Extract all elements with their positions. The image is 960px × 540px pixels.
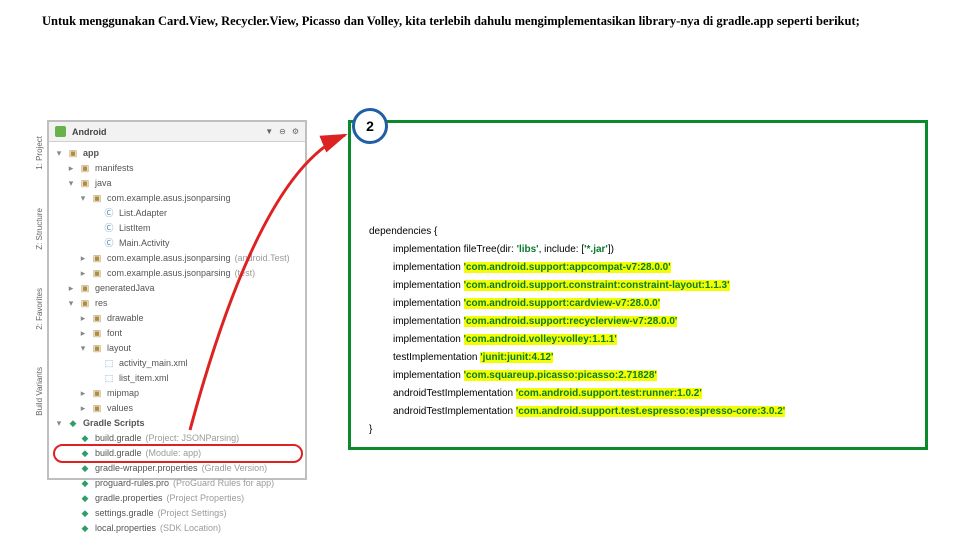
folder-icon: ▣ xyxy=(91,313,103,325)
package-icon: ▣ xyxy=(91,253,103,265)
tree-generated-java[interactable]: ▸▣generatedJava xyxy=(55,281,301,296)
folder-icon: ▣ xyxy=(91,328,103,340)
project-panel: 1: Project Z: Structure 2: Favorites Bui… xyxy=(47,120,307,480)
tree-settings-gradle[interactable]: ◆settings.gradle (Project Settings) xyxy=(55,506,301,521)
code-line: implementation fileTree(dir: 'libs', inc… xyxy=(369,241,911,259)
folder-icon: ▣ xyxy=(67,148,79,160)
tree-mipmap[interactable]: ▸▣mipmap xyxy=(55,386,301,401)
folder-icon: ▣ xyxy=(79,178,91,190)
xml-icon: ⬚ xyxy=(103,373,115,385)
tree-activity-main[interactable]: ⬚activity_main.xml xyxy=(55,356,301,371)
collapse-icon[interactable]: ⊖ xyxy=(279,127,286,136)
tree-pkg-main[interactable]: ▾▣com.example.asus.jsonparsing xyxy=(55,191,301,206)
tree-proguard[interactable]: ◆proguard-rules.pro (ProGuard Rules for … xyxy=(55,476,301,491)
gradle-file-icon: ◆ xyxy=(79,433,91,445)
folder-icon: ▣ xyxy=(91,388,103,400)
xml-icon: ⬚ xyxy=(103,358,115,370)
side-tab-structure[interactable]: Z: Structure xyxy=(35,204,44,254)
tree-class-listadapter[interactable]: ⒸList.Adapter xyxy=(55,206,301,221)
gradle-icon: ◆ xyxy=(67,418,79,430)
panel-header[interactable]: Android ▼ ⊖ ⚙ xyxy=(49,122,305,142)
class-icon: Ⓒ xyxy=(103,238,115,250)
code-line: implementation 'com.android.support:recy… xyxy=(369,313,911,331)
tree-font[interactable]: ▸▣font xyxy=(55,326,301,341)
code-line: androidTestImplementation 'com.android.s… xyxy=(369,385,911,403)
tree-local-props[interactable]: ◆local.properties (SDK Location) xyxy=(55,521,301,536)
side-tab-strip: 1: Project Z: Structure 2: Favorites Bui… xyxy=(32,122,47,478)
class-icon: Ⓒ xyxy=(103,223,115,235)
gradle-file-icon: ◆ xyxy=(79,448,91,460)
tree-pkg-test[interactable]: ▸▣com.example.asus.jsonparsing (test) xyxy=(55,266,301,281)
page-heading: Untuk menggunakan Card.View, Recycler.Vi… xyxy=(42,14,930,29)
folder-icon: ▣ xyxy=(91,343,103,355)
code-line: dependencies { xyxy=(369,223,911,241)
code-line: implementation 'com.android.support:appc… xyxy=(369,259,911,277)
code-line: } xyxy=(369,421,911,439)
code-line: androidTestImplementation 'com.android.s… xyxy=(369,403,911,421)
folder-icon: ▣ xyxy=(91,403,103,415)
tree-build-gradle-module[interactable]: ◆build.gradle (Module: app) xyxy=(55,446,301,461)
gear-icon[interactable]: ⚙ xyxy=(292,127,299,136)
folder-icon: ▣ xyxy=(79,283,91,295)
tree-res[interactable]: ▾▣res xyxy=(55,296,301,311)
side-tab-favorites[interactable]: 2: Favorites xyxy=(35,284,44,334)
tree-layout[interactable]: ▾▣layout xyxy=(55,341,301,356)
code-line: testImplementation 'junit:junit:4.12' xyxy=(369,349,911,367)
tree-app[interactable]: ▾▣app xyxy=(55,146,301,161)
folder-icon: ▣ xyxy=(79,163,91,175)
tree-manifests[interactable]: ▸▣manifests xyxy=(55,161,301,176)
code-line: implementation 'com.android.support:card… xyxy=(369,295,911,313)
code-line: implementation 'com.android.support.cons… xyxy=(369,277,911,295)
tree-gradle-wrapper[interactable]: ◆gradle-wrapper.properties (Gradle Versi… xyxy=(55,461,301,476)
tree-gradle-props[interactable]: ◆gradle.properties (Project Properties) xyxy=(55,491,301,506)
class-icon: Ⓒ xyxy=(103,208,115,220)
tree-gradle-scripts[interactable]: ▾◆Gradle Scripts xyxy=(55,416,301,431)
tree-pkg-androidtest[interactable]: ▸▣com.example.asus.jsonparsing (android.… xyxy=(55,251,301,266)
side-tab-build-variants[interactable]: Build Variants xyxy=(35,363,44,420)
step-badge: 2 xyxy=(352,108,388,144)
tree-values[interactable]: ▸▣values xyxy=(55,401,301,416)
project-tree: ▾▣app ▸▣manifests ▾▣java ▾▣com.example.a… xyxy=(49,142,305,540)
chevron-down-icon[interactable]: ▼ xyxy=(265,127,273,136)
folder-icon: ▣ xyxy=(79,298,91,310)
side-tab-project[interactable]: 1: Project xyxy=(35,132,44,174)
code-block: dependencies { implementation fileTree(d… xyxy=(348,120,928,450)
package-icon: ▣ xyxy=(91,268,103,280)
gradle-file-icon: ◆ xyxy=(79,493,91,505)
gradle-file-icon: ◆ xyxy=(79,523,91,535)
android-icon xyxy=(55,126,66,137)
tree-build-gradle-project[interactable]: ◆build.gradle (Project: JSONParsing) xyxy=(55,431,301,446)
panel-header-title: Android xyxy=(72,127,259,137)
tree-list-item[interactable]: ⬚list_item.xml xyxy=(55,371,301,386)
gradle-file-icon: ◆ xyxy=(79,508,91,520)
gradle-file-icon: ◆ xyxy=(79,463,91,475)
code-line: implementation 'com.squareup.picasso:pic… xyxy=(369,367,911,385)
code-line: implementation 'com.android.volley:volle… xyxy=(369,331,911,349)
tree-class-mainactivity[interactable]: ⒸMain.Activity xyxy=(55,236,301,251)
package-icon: ▣ xyxy=(91,193,103,205)
tree-class-listitem[interactable]: ⒸListItem xyxy=(55,221,301,236)
tree-java[interactable]: ▾▣java xyxy=(55,176,301,191)
tree-drawable[interactable]: ▸▣drawable xyxy=(55,311,301,326)
gradle-file-icon: ◆ xyxy=(79,478,91,490)
